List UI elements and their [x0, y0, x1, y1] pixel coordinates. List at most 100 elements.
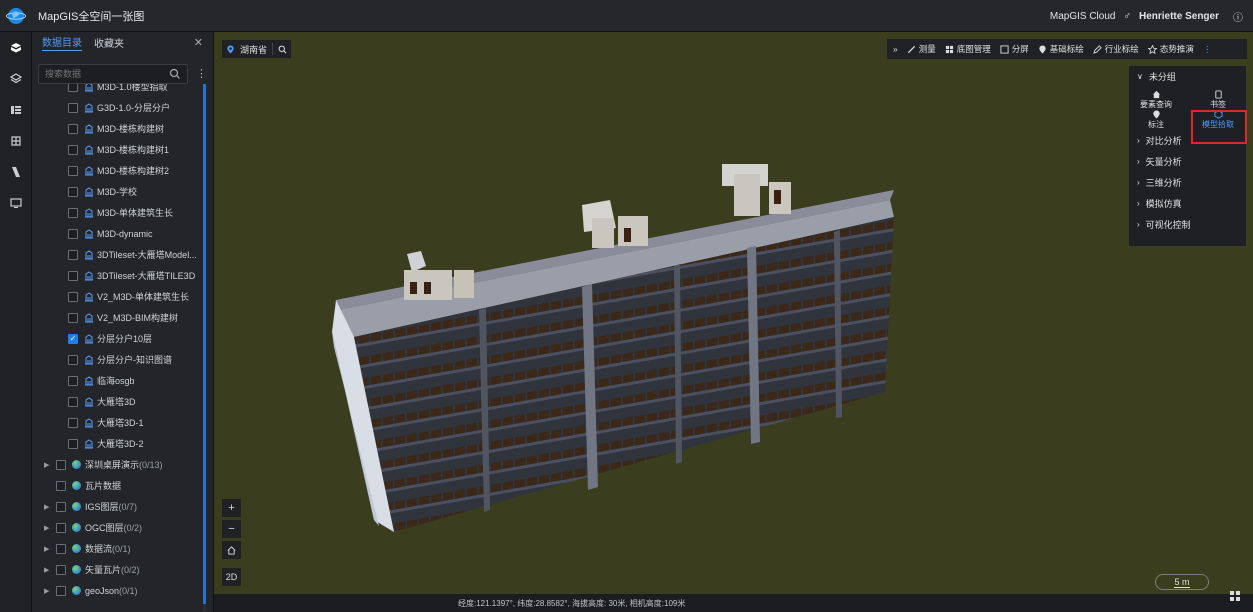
list-item[interactable]: 3DTileset-大雁塔TILE3D — [68, 265, 195, 286]
close-icon[interactable]: ✕ — [194, 36, 203, 49]
layer-checkbox[interactable] — [68, 249, 78, 260]
group-checkbox[interactable] — [56, 543, 66, 554]
map-viewport[interactable] — [214, 32, 1253, 594]
category-vector[interactable]: › 矢量分析 — [1129, 151, 1246, 172]
nav-layers-icon[interactable] — [0, 63, 32, 94]
apps-grid-icon[interactable] — [1229, 590, 1241, 602]
group-checkbox[interactable] — [56, 564, 66, 575]
layer-checkbox[interactable] — [68, 270, 78, 281]
mark-tool[interactable]: 标注 — [1131, 108, 1181, 130]
measure-button[interactable]: 测量 — [907, 43, 936, 55]
group-checkbox[interactable] — [56, 522, 66, 533]
group-item[interactable]: ▶ 矢量瓦片 (0/2) — [44, 559, 140, 580]
list-item[interactable]: 3DTileset-大雁塔Model... — [68, 244, 197, 265]
more-icon[interactable]: ⋮ — [1203, 44, 1212, 55]
group-header[interactable]: ∨ 未分组 — [1129, 66, 1246, 86]
layer-checkbox[interactable] — [68, 312, 78, 323]
group-item[interactable]: ▶ OGC图层 (0/2) — [44, 517, 142, 538]
tab-favorites[interactable]: 收藏夹 — [94, 35, 124, 50]
nav-data-icon[interactable] — [0, 32, 32, 63]
nav-list-icon[interactable] — [0, 94, 32, 125]
mode-2d-button[interactable]: 2D — [222, 568, 241, 586]
layer-checkbox[interactable] — [68, 417, 78, 428]
tree-scrollbar[interactable] — [203, 84, 206, 612]
split-screen-button[interactable]: 分屏 — [1000, 43, 1029, 55]
tab-data-catalog[interactable]: 数据目录 — [42, 34, 82, 51]
layer-checkbox[interactable] — [68, 396, 78, 407]
group-checkbox[interactable] — [56, 459, 66, 470]
nav-tools-icon[interactable] — [0, 156, 32, 187]
group-item[interactable]: ▶ IGS图层 (0/7) — [44, 496, 137, 517]
group-item[interactable]: ▶ 数据流 (0/1) — [44, 538, 131, 559]
layer-checkbox[interactable] — [68, 165, 78, 176]
list-item[interactable]: M3D-1.0楼型指取 — [68, 84, 168, 97]
expand-toolbar-button[interactable]: » — [893, 44, 898, 54]
list-item[interactable]: M3D-楼栋构建树2 — [68, 160, 169, 181]
info-icon[interactable]: ⓘ — [1233, 9, 1243, 24]
layer-checkbox[interactable] — [68, 207, 78, 218]
basic-label-button[interactable]: 基础标绘 — [1038, 43, 1084, 55]
building-model[interactable] — [214, 32, 1253, 594]
chevron-right-icon[interactable]: ▶ — [44, 566, 54, 574]
brand-link[interactable]: MapGIS Cloud — [1050, 11, 1116, 22]
list-item[interactable]: 大雁塔3D — [68, 391, 136, 412]
layer-checkbox[interactable] — [68, 144, 78, 155]
layer-checkbox[interactable] — [68, 354, 78, 365]
group-checkbox[interactable] — [56, 501, 66, 512]
nav-analysis-icon[interactable] — [0, 125, 32, 156]
situation-button[interactable]: 态势推演 — [1147, 43, 1194, 55]
group-item[interactable]: ▶ geoJson (0/1) — [44, 580, 138, 601]
bookmark-tool[interactable]: 书签 — [1193, 88, 1243, 110]
list-item[interactable]: V2_M3D-单体建筑生长 — [68, 286, 189, 307]
layer-checkbox[interactable] — [68, 291, 78, 302]
category-simulation[interactable]: › 模拟仿真 — [1129, 193, 1246, 214]
basemap-button[interactable]: 底图管理 — [945, 43, 991, 55]
group-item[interactable]: 瓦片数据 — [56, 475, 121, 496]
list-item[interactable]: 分层分户10层 — [68, 328, 152, 349]
user-name[interactable]: Henriette Senger — [1139, 11, 1219, 22]
group-item[interactable]: ▶ 深圳桌屏演示 (0/13) — [44, 454, 163, 475]
layer-checkbox[interactable] — [68, 333, 78, 344]
list-item[interactable]: G3D-1.0-分层分户 — [68, 97, 170, 118]
zoom-out-button[interactable]: − — [222, 520, 241, 538]
location-breadcrumb[interactable]: 湖南省 — [222, 40, 292, 58]
more-options-icon[interactable]: ⋮ — [196, 67, 207, 80]
layer-checkbox[interactable] — [68, 186, 78, 197]
category-3d[interactable]: › 三维分析 — [1129, 172, 1246, 193]
list-item[interactable]: 大雁塔3D-1 — [68, 412, 144, 433]
layer-checkbox[interactable] — [68, 438, 78, 449]
industry-label-button[interactable]: 行业标绘 — [1092, 43, 1139, 55]
nav-icon-bar — [0, 32, 32, 612]
building-icon — [85, 438, 93, 448]
list-item[interactable]: 大雁塔3D-2 — [68, 433, 144, 454]
list-item[interactable]: M3D-楼栋构建树1 — [68, 139, 169, 160]
layer-checkbox[interactable] — [68, 102, 78, 113]
chevron-right-icon[interactable]: ▶ — [44, 545, 54, 553]
layer-checkbox[interactable] — [68, 228, 78, 239]
layer-checkbox[interactable] — [68, 84, 78, 92]
zoom-in-button[interactable]: + — [222, 499, 241, 517]
search-icon[interactable] — [169, 68, 181, 80]
group-checkbox[interactable] — [56, 585, 66, 596]
list-item[interactable]: M3D-单体建筑生长 — [68, 202, 173, 223]
location-label[interactable]: 湖南省 — [240, 43, 267, 56]
group-checkbox[interactable] — [56, 480, 66, 491]
category-visual[interactable]: › 可视化控制 — [1129, 214, 1246, 235]
home-button[interactable] — [222, 541, 241, 559]
list-item[interactable]: 临海osgb — [68, 370, 135, 391]
chevron-right-icon[interactable]: ▶ — [44, 587, 54, 595]
list-item[interactable]: M3D-楼栋构建树 — [68, 118, 164, 139]
chevron-right-icon[interactable]: ▶ — [44, 524, 54, 532]
list-item[interactable]: M3D-学校 — [68, 181, 137, 202]
layer-checkbox[interactable] — [68, 375, 78, 386]
list-item[interactable]: V2_M3D-BIM构建树 — [68, 307, 178, 328]
chevron-right-icon[interactable]: ▶ — [44, 461, 54, 469]
layer-checkbox[interactable] — [68, 123, 78, 134]
nav-monitor-icon[interactable] — [0, 187, 32, 218]
chevron-right-icon[interactable]: ▶ — [44, 503, 54, 511]
search-input[interactable] — [39, 65, 169, 83]
query-tool[interactable]: 要素查询 — [1131, 88, 1181, 110]
list-item[interactable]: 分层分户-知识图谱 — [68, 349, 172, 370]
list-item[interactable]: M3D-dynamic — [68, 223, 153, 244]
search-icon[interactable] — [278, 45, 287, 54]
